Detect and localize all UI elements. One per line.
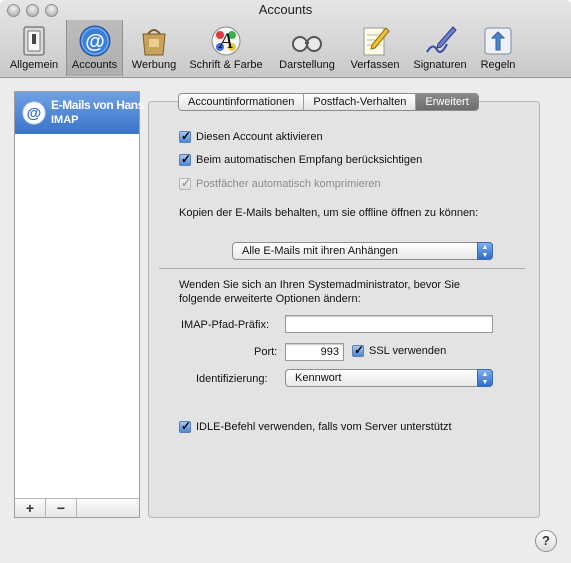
- toolbar-signaturen[interactable]: Signaturen: [407, 20, 473, 76]
- copies-popup[interactable]: Alle E-Mails mit ihren Anhängen ▲ ▼: [232, 242, 493, 260]
- compact-mailboxes-checkbox: Postfächer automatisch komprimieren: [179, 176, 381, 190]
- toolbar-label: Verfassen: [350, 59, 400, 71]
- toolbar-label: Regeln: [480, 59, 516, 71]
- port-label: Port:: [254, 346, 278, 358]
- tab-accountinformationen[interactable]: Accountinformationen: [179, 94, 305, 110]
- auto-fetch-checkbox[interactable]: Beim automatischen Empfang berücksichtig…: [179, 152, 423, 166]
- toolbar-accounts[interactable]: @ Accounts: [66, 20, 123, 76]
- activate-account-checkbox[interactable]: Diesen Account aktivieren: [179, 129, 323, 143]
- toolbar-label: Werbung: [131, 59, 177, 71]
- toolbar-label: Signaturen: [413, 59, 467, 71]
- toolbar-label: Accounts: [71, 59, 118, 71]
- checkbox-checked: [179, 419, 191, 433]
- toolbar-verfassen[interactable]: Verfassen: [346, 20, 404, 76]
- copies-label: Kopien der E-Mails behalten, um sie offl…: [179, 207, 479, 219]
- checkbox-checked: [352, 343, 364, 357]
- titlebar: Accounts Allgemein @ Accounts Werbung A …: [0, 0, 571, 78]
- accounts-list[interactable]: @ E-Mails von Hans IMAP + −: [14, 91, 144, 518]
- tab-erweitert[interactable]: Erweitert: [416, 94, 478, 110]
- toolbar-schrift-farbe[interactable]: A Schrift & Farbe: [184, 20, 268, 76]
- imap-prefix-field[interactable]: [285, 315, 493, 333]
- svg-text:A: A: [217, 28, 233, 53]
- svg-text:@: @: [27, 105, 42, 122]
- toolbar-allgemein[interactable]: Allgemein: [4, 20, 64, 76]
- at-sign-icon: @: [22, 101, 46, 125]
- chevron-updown-icon: ▲ ▼: [477, 369, 493, 387]
- account-type: IMAP: [51, 114, 79, 126]
- signature-pen-icon: [426, 26, 457, 53]
- checkbox-label: Postfächer automatisch komprimieren: [196, 178, 381, 190]
- checkbox-label: Beim automatischen Empfang berücksichtig…: [196, 154, 423, 166]
- remove-account-button[interactable]: −: [46, 499, 77, 517]
- toolbar-werbung[interactable]: Werbung: [126, 20, 182, 76]
- idle-checkbox[interactable]: IDLE-Befehl verwenden, falls vom Server …: [179, 419, 452, 433]
- list-buttons: + −: [15, 498, 139, 517]
- separator: [159, 268, 525, 269]
- junk-bag-icon: [142, 29, 166, 56]
- tab-postfach-verhalten[interactable]: Postfach-Verhalten: [304, 94, 417, 110]
- warning-text-line2: folgende erweiterte Optionen ändern:: [179, 293, 361, 305]
- toolbar-darstellung[interactable]: Darstellung: [272, 20, 342, 76]
- checkbox-label: SSL verwenden: [369, 345, 447, 357]
- toolbar-label: Allgemein: [9, 59, 59, 71]
- toolbar-label: Darstellung: [279, 59, 335, 71]
- switch-icon: [23, 26, 45, 56]
- account-row[interactable]: @ E-Mails von Hans IMAP: [15, 92, 144, 134]
- popup-value: Alle E-Mails mit ihren Anhängen: [242, 245, 398, 257]
- chevron-updown-icon: ▲ ▼: [477, 242, 493, 260]
- tab-bar: Accountinformationen Postfach-Verhalten …: [178, 93, 479, 111]
- toolbar-regeln[interactable]: Regeln: [475, 20, 521, 76]
- auth-popup[interactable]: Kennwort ▲ ▼: [285, 369, 493, 387]
- imap-prefix-label: IMAP-Pfad-Präfix:: [181, 319, 270, 331]
- checkbox-checked: [179, 129, 191, 143]
- preferences-window: Accounts Allgemein @ Accounts Werbung A …: [0, 0, 571, 563]
- warning-text: Wenden Sie sich an Ihren Systemadministr…: [179, 279, 461, 291]
- checkbox-label: IDLE-Befehl verwenden, falls vom Server …: [196, 421, 452, 433]
- port-field[interactable]: 993: [285, 343, 344, 361]
- font-palette-icon: A: [211, 26, 241, 56]
- rules-arrows-icon: [484, 27, 512, 55]
- pencil-paper-icon: [363, 27, 390, 56]
- checkbox-label: Diesen Account aktivieren: [196, 131, 323, 143]
- add-account-button[interactable]: +: [15, 499, 46, 517]
- glasses-icon: [292, 36, 322, 52]
- ssl-checkbox[interactable]: SSL verwenden: [352, 343, 447, 357]
- help-button[interactable]: ?: [535, 530, 557, 552]
- window-title: Accounts: [258, 2, 313, 17]
- auth-label: Identifizierung:: [196, 373, 268, 385]
- checkbox-checked: [179, 176, 191, 190]
- account-name: E-Mails von Hans: [51, 98, 144, 112]
- svg-text:@: @: [85, 31, 105, 53]
- checkbox-checked: [179, 152, 191, 166]
- popup-value: Kennwort: [295, 372, 342, 384]
- toolbar-label: Schrift & Farbe: [189, 59, 263, 71]
- at-sign-icon: @: [79, 25, 110, 57]
